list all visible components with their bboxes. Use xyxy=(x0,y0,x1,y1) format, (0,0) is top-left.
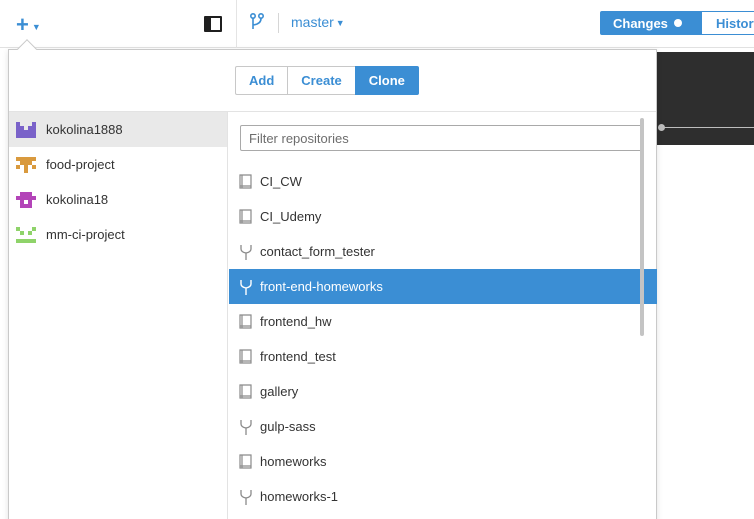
repository-item[interactable]: CI_CW xyxy=(229,164,657,199)
branch-selector[interactable]: master ▼ xyxy=(291,14,345,30)
branch-name: master xyxy=(291,14,334,30)
create-button[interactable]: Create xyxy=(287,66,355,95)
account-name: food-project xyxy=(46,157,115,172)
repo-forked-icon xyxy=(240,419,252,435)
branch-divider xyxy=(278,13,279,33)
caret-down-icon: ▼ xyxy=(335,18,345,28)
repository-item[interactable]: frontend_test xyxy=(229,339,657,374)
repository-item[interactable]: gulp-sass xyxy=(229,409,657,444)
repository-name: frontend_test xyxy=(260,349,336,364)
repo-book-icon xyxy=(239,453,252,469)
popup-header: Add Create Clone xyxy=(9,50,656,112)
repository-list-scrollbar[interactable] xyxy=(640,118,644,336)
repository-item[interactable]: frontend_hw xyxy=(229,304,657,339)
top-toolbar: + ▼ master▼ Changes History xyxy=(0,0,754,48)
repository-item[interactable]: CI_Udemy xyxy=(229,199,657,234)
repository-name: gallery xyxy=(260,384,299,399)
repository-name: contact_form_tester xyxy=(260,244,375,259)
history-commit-dot xyxy=(658,124,665,131)
account-item[interactable]: kokolina18 xyxy=(9,182,227,217)
repo-book-icon xyxy=(239,313,252,329)
repo-book-icon xyxy=(239,383,252,399)
identicon-avatar-icon xyxy=(16,121,36,138)
sidebar-toggle-icon[interactable] xyxy=(204,16,222,32)
repository-name: gulp-sass xyxy=(260,419,316,434)
add-create-clone-segmented-control: Add Create Clone xyxy=(235,66,419,95)
add-repository-menu-button[interactable]: + ▼ xyxy=(16,14,52,36)
repository-item[interactable]: homeworks xyxy=(229,444,657,479)
tab-history-label: History xyxy=(716,16,754,31)
repo-forked-icon xyxy=(240,244,252,260)
identicon-avatar-icon xyxy=(16,191,36,208)
add-repository-popup: Add Create Clone kokolina1888 food-proje… xyxy=(8,49,657,519)
tab-changes[interactable]: Changes xyxy=(600,11,702,35)
caret-down-icon: ▼ xyxy=(31,21,41,32)
tab-history[interactable]: History xyxy=(702,11,754,35)
repositories-panel: CI_CW CI_Udemy contact_form_tester front… xyxy=(229,112,657,519)
repo-book-icon xyxy=(239,173,252,189)
repo-forked-icon xyxy=(240,489,252,505)
repository-name: frontend_hw xyxy=(260,314,332,329)
repository-name: homeworks xyxy=(260,454,327,469)
identicon-avatar-icon xyxy=(16,156,36,173)
toolbar-divider xyxy=(236,0,237,48)
repository-list: CI_CW CI_Udemy contact_form_tester front… xyxy=(229,164,657,519)
repo-book-icon xyxy=(239,208,252,224)
add-button[interactable]: Add xyxy=(235,66,288,95)
filter-repositories-input[interactable] xyxy=(240,125,644,151)
repository-name: homeworks-1 xyxy=(260,489,339,504)
account-name: mm-ci-project xyxy=(46,227,125,242)
repository-item[interactable]: contact_form_tester xyxy=(229,234,657,269)
account-name: kokolina18 xyxy=(46,192,109,207)
account-name: kokolina1888 xyxy=(46,122,123,137)
history-graph-panel xyxy=(656,52,754,145)
plus-icon: + xyxy=(16,12,29,37)
repository-item[interactable]: homeworks-1 xyxy=(229,479,657,514)
repo-book-icon xyxy=(239,348,252,364)
repository-name: CI_Udemy xyxy=(260,209,322,224)
repository-item[interactable]: gallery xyxy=(229,374,657,409)
repository-item[interactable]: front-end-homeworks xyxy=(229,269,657,304)
account-item[interactable]: mm-ci-project xyxy=(9,217,227,252)
history-timeline xyxy=(661,127,754,128)
repository-name: front-end-homeworks xyxy=(260,279,383,294)
identicon-avatar-icon xyxy=(16,226,36,243)
account-item[interactable]: food-project xyxy=(9,147,227,182)
changes-indicator-dot xyxy=(673,19,682,27)
accounts-list: kokolina1888 food-project kokolina18 mm-… xyxy=(9,112,228,519)
account-item[interactable]: kokolina1888 xyxy=(9,112,227,147)
repo-forked-icon xyxy=(240,279,252,295)
branch-icon xyxy=(249,12,265,29)
clone-button[interactable]: Clone xyxy=(354,66,419,95)
repository-name: CI_CW xyxy=(260,174,302,189)
tab-changes-label: Changes xyxy=(613,16,668,31)
